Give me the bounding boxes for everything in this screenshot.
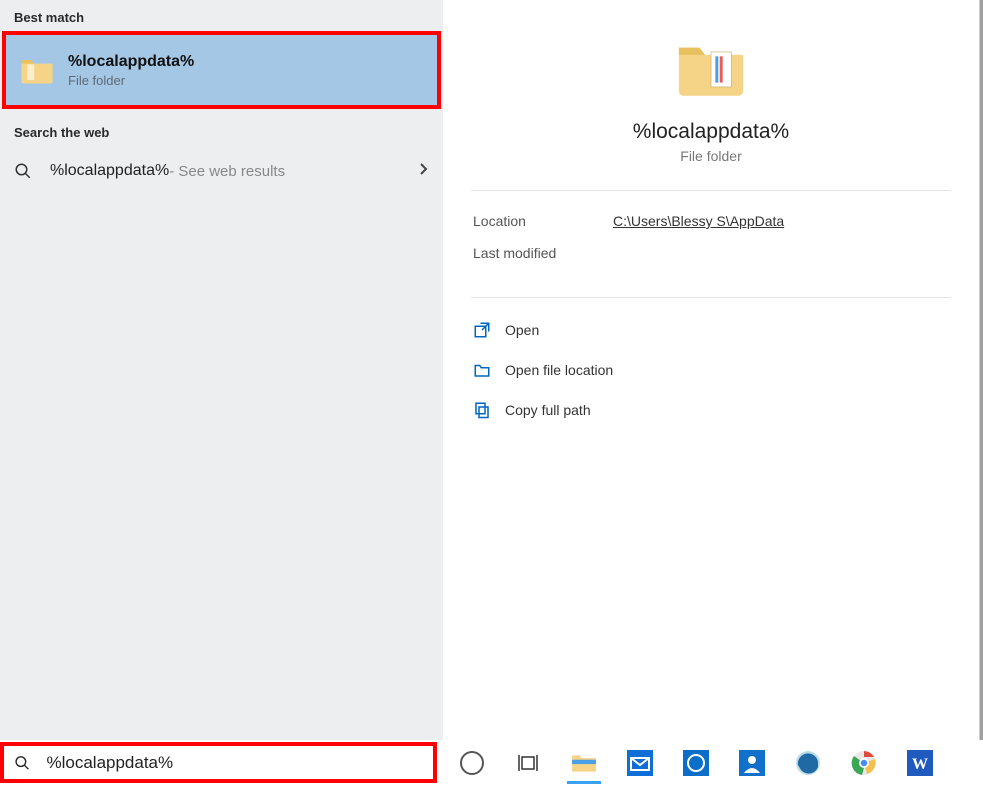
cortana-icon xyxy=(460,751,484,775)
folder-icon xyxy=(20,55,54,85)
chrome-button[interactable] xyxy=(841,742,887,784)
account-app-button[interactable] xyxy=(729,742,775,784)
search-results-window: Best match %localappdata% File folder Se… xyxy=(0,0,980,740)
search-icon xyxy=(14,162,32,180)
best-match-title: %localappdata% xyxy=(68,53,194,71)
edge-button[interactable] xyxy=(785,742,831,784)
preview-header: %localappdata% File folder xyxy=(443,0,979,190)
taskbar: W xyxy=(0,740,983,785)
web-hint: - See web results xyxy=(169,163,285,180)
metadata-block: Location C:\Users\Blessy S\AppData Last … xyxy=(443,191,979,297)
cortana-button[interactable] xyxy=(449,742,495,784)
folder-location-icon xyxy=(473,361,491,379)
preview-title: %localappdata% xyxy=(633,120,789,144)
copy-full-path-label: Copy full path xyxy=(505,402,591,418)
edge-icon xyxy=(795,750,821,776)
search-web-header: Search the web xyxy=(0,115,443,146)
web-query: %localappdata% xyxy=(50,162,169,180)
copy-full-path-action[interactable]: Copy full path xyxy=(473,390,949,430)
best-match-result[interactable]: %localappdata% File folder xyxy=(2,31,441,109)
word-button[interactable]: W xyxy=(897,742,943,784)
svg-text:W: W xyxy=(912,756,928,773)
task-view-icon xyxy=(516,753,540,773)
copy-icon xyxy=(473,401,491,419)
location-row: Location C:\Users\Blessy S\AppData xyxy=(473,213,949,229)
best-match-text: %localappdata% File folder xyxy=(68,53,194,88)
person-icon xyxy=(739,750,765,776)
open-icon xyxy=(473,321,491,339)
open-action[interactable]: Open xyxy=(473,310,949,350)
chrome-icon xyxy=(851,750,877,776)
open-file-location-action[interactable]: Open file location xyxy=(473,350,949,390)
open-action-label: Open xyxy=(505,322,539,338)
taskbar-search-box[interactable] xyxy=(0,742,437,783)
location-link[interactable]: C:\Users\Blessy S\AppData xyxy=(613,213,784,229)
task-view-button[interactable] xyxy=(505,742,551,784)
best-match-header: Best match xyxy=(0,0,443,31)
file-explorer-button[interactable] xyxy=(561,742,607,784)
chevron-right-icon xyxy=(419,162,429,181)
web-search-result[interactable]: %localappdata% - See web results xyxy=(0,146,443,196)
open-file-location-label: Open file location xyxy=(505,362,613,378)
search-input[interactable] xyxy=(44,752,423,774)
last-modified-row: Last modified xyxy=(473,245,949,261)
file-explorer-icon xyxy=(571,750,597,776)
folder-icon xyxy=(676,36,746,100)
dell-icon xyxy=(683,750,709,776)
preview-subtitle: File folder xyxy=(680,148,741,164)
dell-app-button[interactable] xyxy=(673,742,719,784)
search-icon xyxy=(14,754,30,772)
best-match-subtitle: File folder xyxy=(68,73,194,88)
mail-button[interactable] xyxy=(617,742,663,784)
actions-block: Open Open file location Copy full path xyxy=(443,298,979,442)
location-label: Location xyxy=(473,213,613,229)
preview-pane: %localappdata% File folder Location C:\U… xyxy=(443,0,979,740)
word-icon: W xyxy=(907,750,933,776)
search-results-pane: Best match %localappdata% File folder Se… xyxy=(0,0,443,740)
mail-icon xyxy=(627,750,653,776)
last-modified-label: Last modified xyxy=(473,245,613,261)
taskbar-icons: W xyxy=(449,742,943,784)
